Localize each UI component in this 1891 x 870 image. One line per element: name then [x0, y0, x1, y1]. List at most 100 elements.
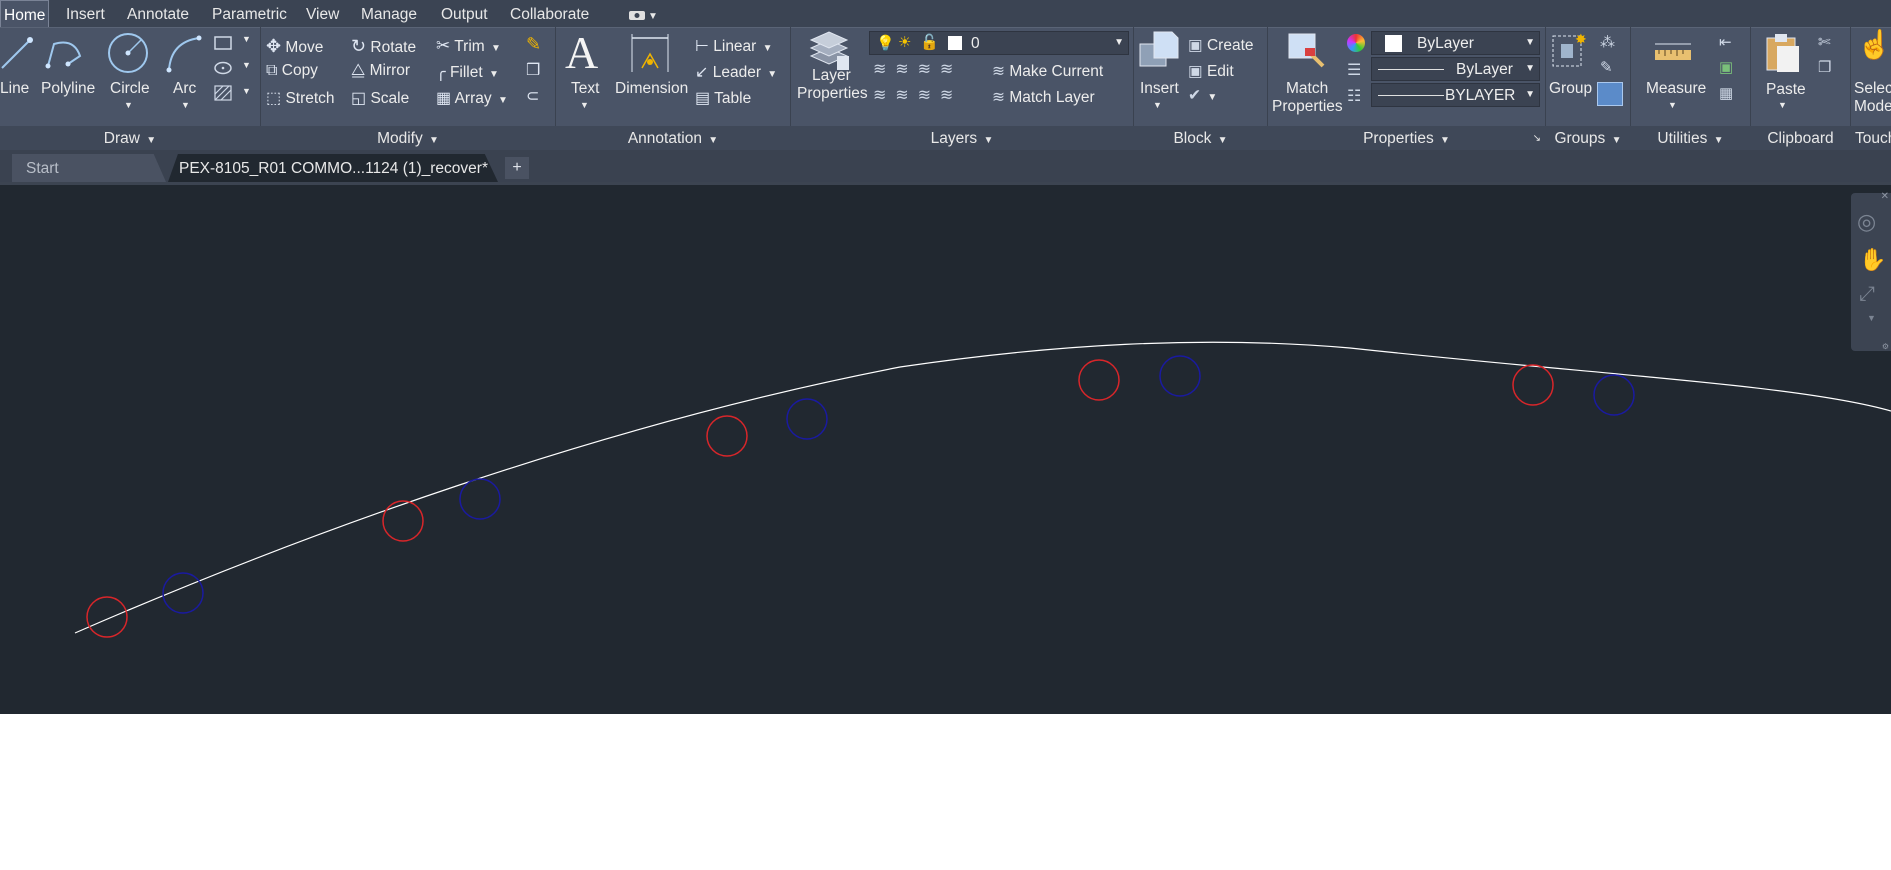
tab-collaborate[interactable]: Collaborate — [510, 0, 589, 27]
edit-block-button[interactable]: ▣ Edit — [1188, 62, 1234, 81]
clipboard-panel-title[interactable]: Clipboard — [1751, 126, 1850, 150]
tab-annotate[interactable]: Annotate — [127, 0, 189, 27]
select-mode-label-2[interactable]: Mode — [1854, 98, 1891, 116]
id-point-button[interactable]: ⇤ — [1719, 33, 1732, 51]
tab-output[interactable]: Output — [441, 0, 488, 27]
blue-circle-marker[interactable] — [1159, 355, 1201, 397]
red-circle-marker[interactable] — [86, 596, 128, 638]
layer-tools-row-2[interactable]: ≋ ≋ ≋ ≋ — [873, 85, 953, 105]
modify-panel-title[interactable]: Modify ▼ — [261, 126, 555, 150]
insert-dropdown-icon[interactable]: ▼ — [1153, 100, 1162, 110]
leader-dropdown-icon[interactable]: ▼ — [767, 69, 777, 80]
measure-dropdown-icon[interactable]: ▼ — [1668, 100, 1677, 110]
offset-button[interactable]: ⊂ — [526, 86, 539, 106]
lineweight-dropdown[interactable]: BYLAYER ▼ — [1371, 83, 1540, 107]
layer-dropdown[interactable]: 💡 ☀ 🔓 0 ▼ — [869, 31, 1129, 55]
dimension-button[interactable]: Dimension — [615, 80, 688, 98]
group-selection-toggle-icon[interactable] — [1597, 82, 1623, 106]
trim-dropdown-icon[interactable]: ▼ — [491, 43, 501, 54]
tab-insert[interactable]: Insert — [66, 0, 105, 27]
annotation-panel-title[interactable]: Annotation ▼ — [556, 126, 790, 150]
navbar-close-icon[interactable]: ✕ — [1881, 191, 1889, 202]
tab-view[interactable]: View — [306, 0, 339, 27]
layer-tools-row-1[interactable]: ≋ ≋ ≋ ≋ — [873, 59, 953, 79]
match-layer-button[interactable]: ≋ Match Layer — [992, 88, 1095, 107]
block-attributes-button[interactable]: ✔ ▼ — [1188, 86, 1217, 105]
select-mode-label-1[interactable]: Selec — [1854, 80, 1891, 98]
new-tab-plus-icon[interactable]: + — [505, 157, 529, 179]
select-similar-button[interactable]: ▣ — [1719, 58, 1733, 76]
measure-button[interactable]: Measure — [1646, 80, 1706, 98]
draw-panel-title[interactable]: Draw ▼ — [0, 126, 260, 150]
text-dropdown-icon[interactable]: ▼ — [580, 100, 589, 110]
red-circle-marker[interactable] — [706, 415, 748, 457]
arc-dropdown-icon[interactable]: ▼ — [181, 100, 190, 110]
ungroup-button[interactable]: ⁂ — [1600, 33, 1615, 51]
polyline-button[interactable]: Polyline — [41, 80, 95, 98]
red-circle-marker[interactable] — [382, 500, 424, 542]
utilities-panel-title[interactable]: Utilities ▼ — [1631, 126, 1750, 150]
zoom-extents-icon[interactable]: ⤢ — [1859, 283, 1875, 306]
tab-manage[interactable]: Manage — [361, 0, 417, 27]
pan-hand-icon[interactable]: ✋ — [1859, 247, 1886, 273]
arc-button[interactable]: Arc — [173, 80, 196, 98]
move-button[interactable]: ✥ Move — [266, 36, 323, 57]
text-button[interactable]: Text — [571, 80, 599, 98]
paste-dropdown-icon[interactable]: ▼ — [1778, 100, 1787, 110]
line-button[interactable]: Line — [0, 80, 29, 98]
steering-wheel-icon[interactable]: ◎ — [1857, 209, 1876, 235]
layer-off-icon[interactable]: ≋ — [873, 61, 886, 78]
block-attributes-dropdown-icon[interactable]: ▼ — [1207, 92, 1217, 103]
layer-properties-label-2[interactable]: Properties — [797, 85, 868, 103]
layer-lock-icon[interactable]: ≋ — [940, 61, 953, 78]
red-circle-marker[interactable] — [1078, 359, 1120, 401]
rectangle-icon[interactable] — [213, 35, 233, 51]
drawing-svg[interactable] — [0, 185, 1891, 714]
circle-button[interactable]: Circle — [110, 80, 150, 98]
tab-start[interactable]: Start — [12, 154, 166, 182]
match-properties-label-2[interactable]: Properties — [1272, 98, 1343, 116]
hatch-icon[interactable] — [213, 84, 233, 102]
tab-home[interactable]: Home — [0, 0, 50, 28]
make-current-button[interactable]: ≋ Make Current — [992, 62, 1103, 81]
rotate-button[interactable]: ↻ Rotate — [351, 36, 416, 57]
table-button[interactable]: ▤ Table — [695, 88, 751, 108]
layer-freeze-icon[interactable]: ≋ — [918, 61, 931, 78]
tab-drawing[interactable]: PEX-8105_R01 COMMO...1124 (1)_recover* ✕ — [168, 154, 498, 182]
group-button[interactable]: Group — [1549, 80, 1592, 98]
blue-circle-marker[interactable] — [459, 478, 501, 520]
array-button[interactable]: ▦ Array ▼ — [436, 88, 508, 108]
explode-button[interactable]: ❒ — [526, 60, 540, 80]
insert-button[interactable]: Insert — [1140, 80, 1179, 98]
layer-thaw-icon[interactable]: ≋ — [918, 87, 931, 104]
linetype-dropdown[interactable]: ByLayer ▼ — [1371, 57, 1540, 81]
layer-unlock-icon[interactable]: ≋ — [940, 87, 953, 104]
hatch-dropdown-icon[interactable]: ▼ — [242, 86, 251, 96]
polyline-curve[interactable] — [74, 341, 1891, 634]
stretch-button[interactable]: ⬚ Stretch — [266, 88, 335, 108]
create-block-button[interactable]: ▣ Create — [1188, 36, 1254, 55]
layer-isolate-icon[interactable]: ≋ — [895, 61, 908, 78]
ellipse-icon[interactable] — [213, 60, 233, 76]
match-properties-label-1[interactable]: Match — [1286, 80, 1328, 98]
layer-properties-label-1[interactable]: Layer — [812, 67, 851, 85]
fillet-dropdown-icon[interactable]: ▼ — [489, 69, 499, 80]
mirror-button[interactable]: ⧋ Mirror — [351, 62, 410, 80]
trim-button[interactable]: ✂ Trim ▼ — [436, 36, 501, 56]
layer-unisolate-icon[interactable]: ≋ — [895, 87, 908, 104]
drawing-area[interactable]: ✕ ◎ ✋ ⤢ ▼ ⚙ — [0, 182, 1891, 714]
ribbon-options-button[interactable]: ▼ — [628, 0, 658, 27]
layers-panel-title[interactable]: Layers ▼ — [791, 126, 1133, 150]
calculator-icon[interactable]: ▦ — [1719, 84, 1733, 102]
linear-button[interactable]: ⊢ Linear ▼ — [695, 36, 773, 56]
groups-panel-title[interactable]: Groups ▼ — [1546, 126, 1630, 150]
cut-button[interactable]: ✄ — [1818, 33, 1831, 51]
copy-button[interactable]: ⧉ Copy — [266, 62, 318, 80]
navbar-dropdown-icon[interactable]: ▼ — [1867, 313, 1876, 323]
linear-dropdown-icon[interactable]: ▼ — [763, 43, 773, 54]
array-dropdown-icon[interactable]: ▼ — [498, 95, 508, 106]
scale-button[interactable]: ◱ Scale — [351, 88, 409, 108]
blue-circle-marker[interactable] — [786, 398, 828, 440]
red-circle-marker[interactable] — [1512, 364, 1554, 406]
navbar-options-icon[interactable]: ⚙ — [1882, 342, 1889, 351]
